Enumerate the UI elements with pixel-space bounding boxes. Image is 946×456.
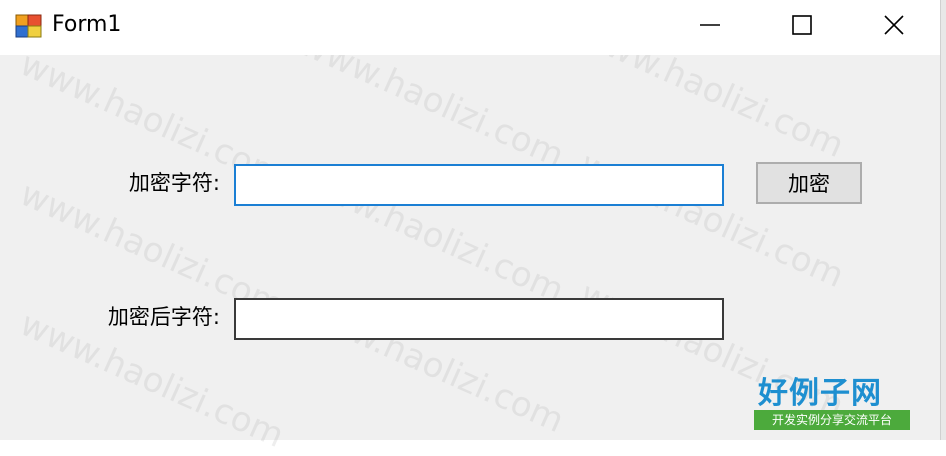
maximize-icon: [792, 15, 812, 35]
site-logo: 好例子网 开发实例分享交流平台: [752, 368, 912, 434]
winforms-app-icon: [15, 14, 42, 38]
cipher-text-label: 加密后字符:: [107, 305, 220, 329]
close-icon: [884, 15, 904, 35]
title-bar[interactable]: Form1: [0, 0, 940, 55]
logo-sub-text: 开发实例分享交流平台: [754, 410, 910, 430]
minimize-icon: [700, 24, 720, 26]
form-window: www.haolizi.com www.haolizi.com www.haol…: [0, 0, 940, 456]
maximize-button[interactable]: [756, 0, 848, 50]
minimize-button[interactable]: [664, 0, 756, 50]
plain-text-label: 加密字符:: [128, 171, 220, 195]
window-title: Form1: [52, 12, 122, 37]
background-window-edge: [940, 0, 946, 440]
close-button[interactable]: [848, 0, 940, 50]
plain-text-input[interactable]: [234, 164, 724, 206]
cipher-text-input[interactable]: [234, 298, 724, 340]
encrypt-button[interactable]: 加密: [756, 162, 862, 204]
logo-main-text: 好例子网: [758, 376, 882, 411]
